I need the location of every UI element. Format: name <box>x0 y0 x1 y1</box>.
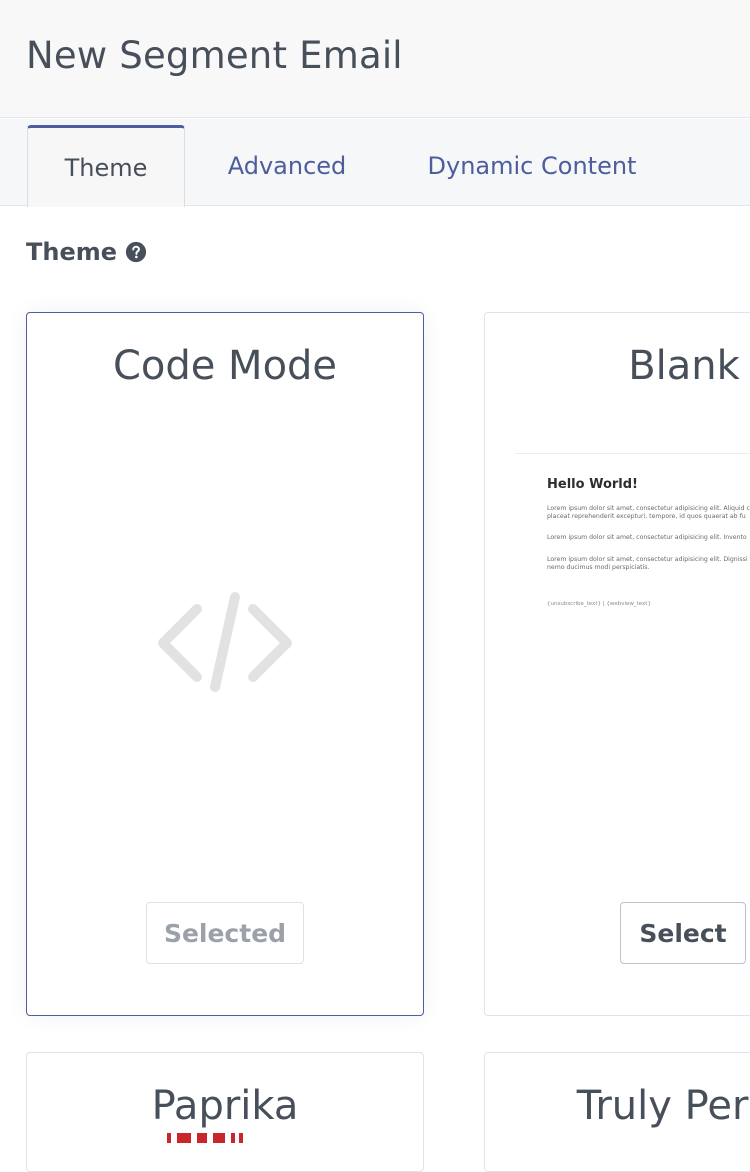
card-title: Blank <box>628 343 740 389</box>
theme-card-paprika[interactable]: Paprika <box>26 1052 424 1172</box>
preview-divider <box>515 453 750 454</box>
question-circle-icon[interactable] <box>125 241 147 263</box>
preview-text: placeat reprehenderit excepturi, tempore… <box>547 513 746 520</box>
page-title: New Segment Email <box>26 34 403 77</box>
select-button[interactable]: Select <box>620 902 746 964</box>
card-title: Paprika <box>151 1083 299 1129</box>
tab-bar: Theme Advanced Dynamic Content <box>0 119 750 207</box>
preview-text: Lorem ipsum dolor sit amet, consectetur … <box>547 534 747 541</box>
theme-card-blank[interactable]: Blank Hello World! Lorem ipsum dolor sit… <box>484 312 750 1016</box>
tab-theme[interactable]: Theme <box>27 125 185 207</box>
theme-card-code-mode[interactable]: Code Mode Selected <box>26 312 424 1016</box>
selected-button[interactable]: Selected <box>146 902 304 964</box>
code-icon <box>158 592 292 692</box>
card-title: Truly Persc <box>576 1083 750 1129</box>
tab-advanced[interactable]: Advanced <box>206 125 368 206</box>
theme-section-label: Theme <box>26 238 147 266</box>
card-title: Code Mode <box>112 343 338 389</box>
tab-dynamic-content[interactable]: Dynamic Content <box>408 125 656 206</box>
theme-card-truly-personal[interactable]: Truly Persc <box>484 1052 750 1172</box>
preview-heading: Hello World! <box>547 477 638 492</box>
preview-text: nemo ducimus modi perspiciatis. <box>547 564 650 571</box>
preview-text: Lorem ipsum dolor sit amet, consectetur … <box>547 505 750 512</box>
preview-footer: {unsubscribe_text} | {webview_text} <box>547 601 651 607</box>
preview-text: Lorem ipsum dolor sit amet, consectetur … <box>547 556 748 563</box>
page-header: New Segment Email <box>0 0 750 118</box>
theme-label-text: Theme <box>26 238 118 266</box>
paprika-logo-fragment <box>167 1133 267 1143</box>
